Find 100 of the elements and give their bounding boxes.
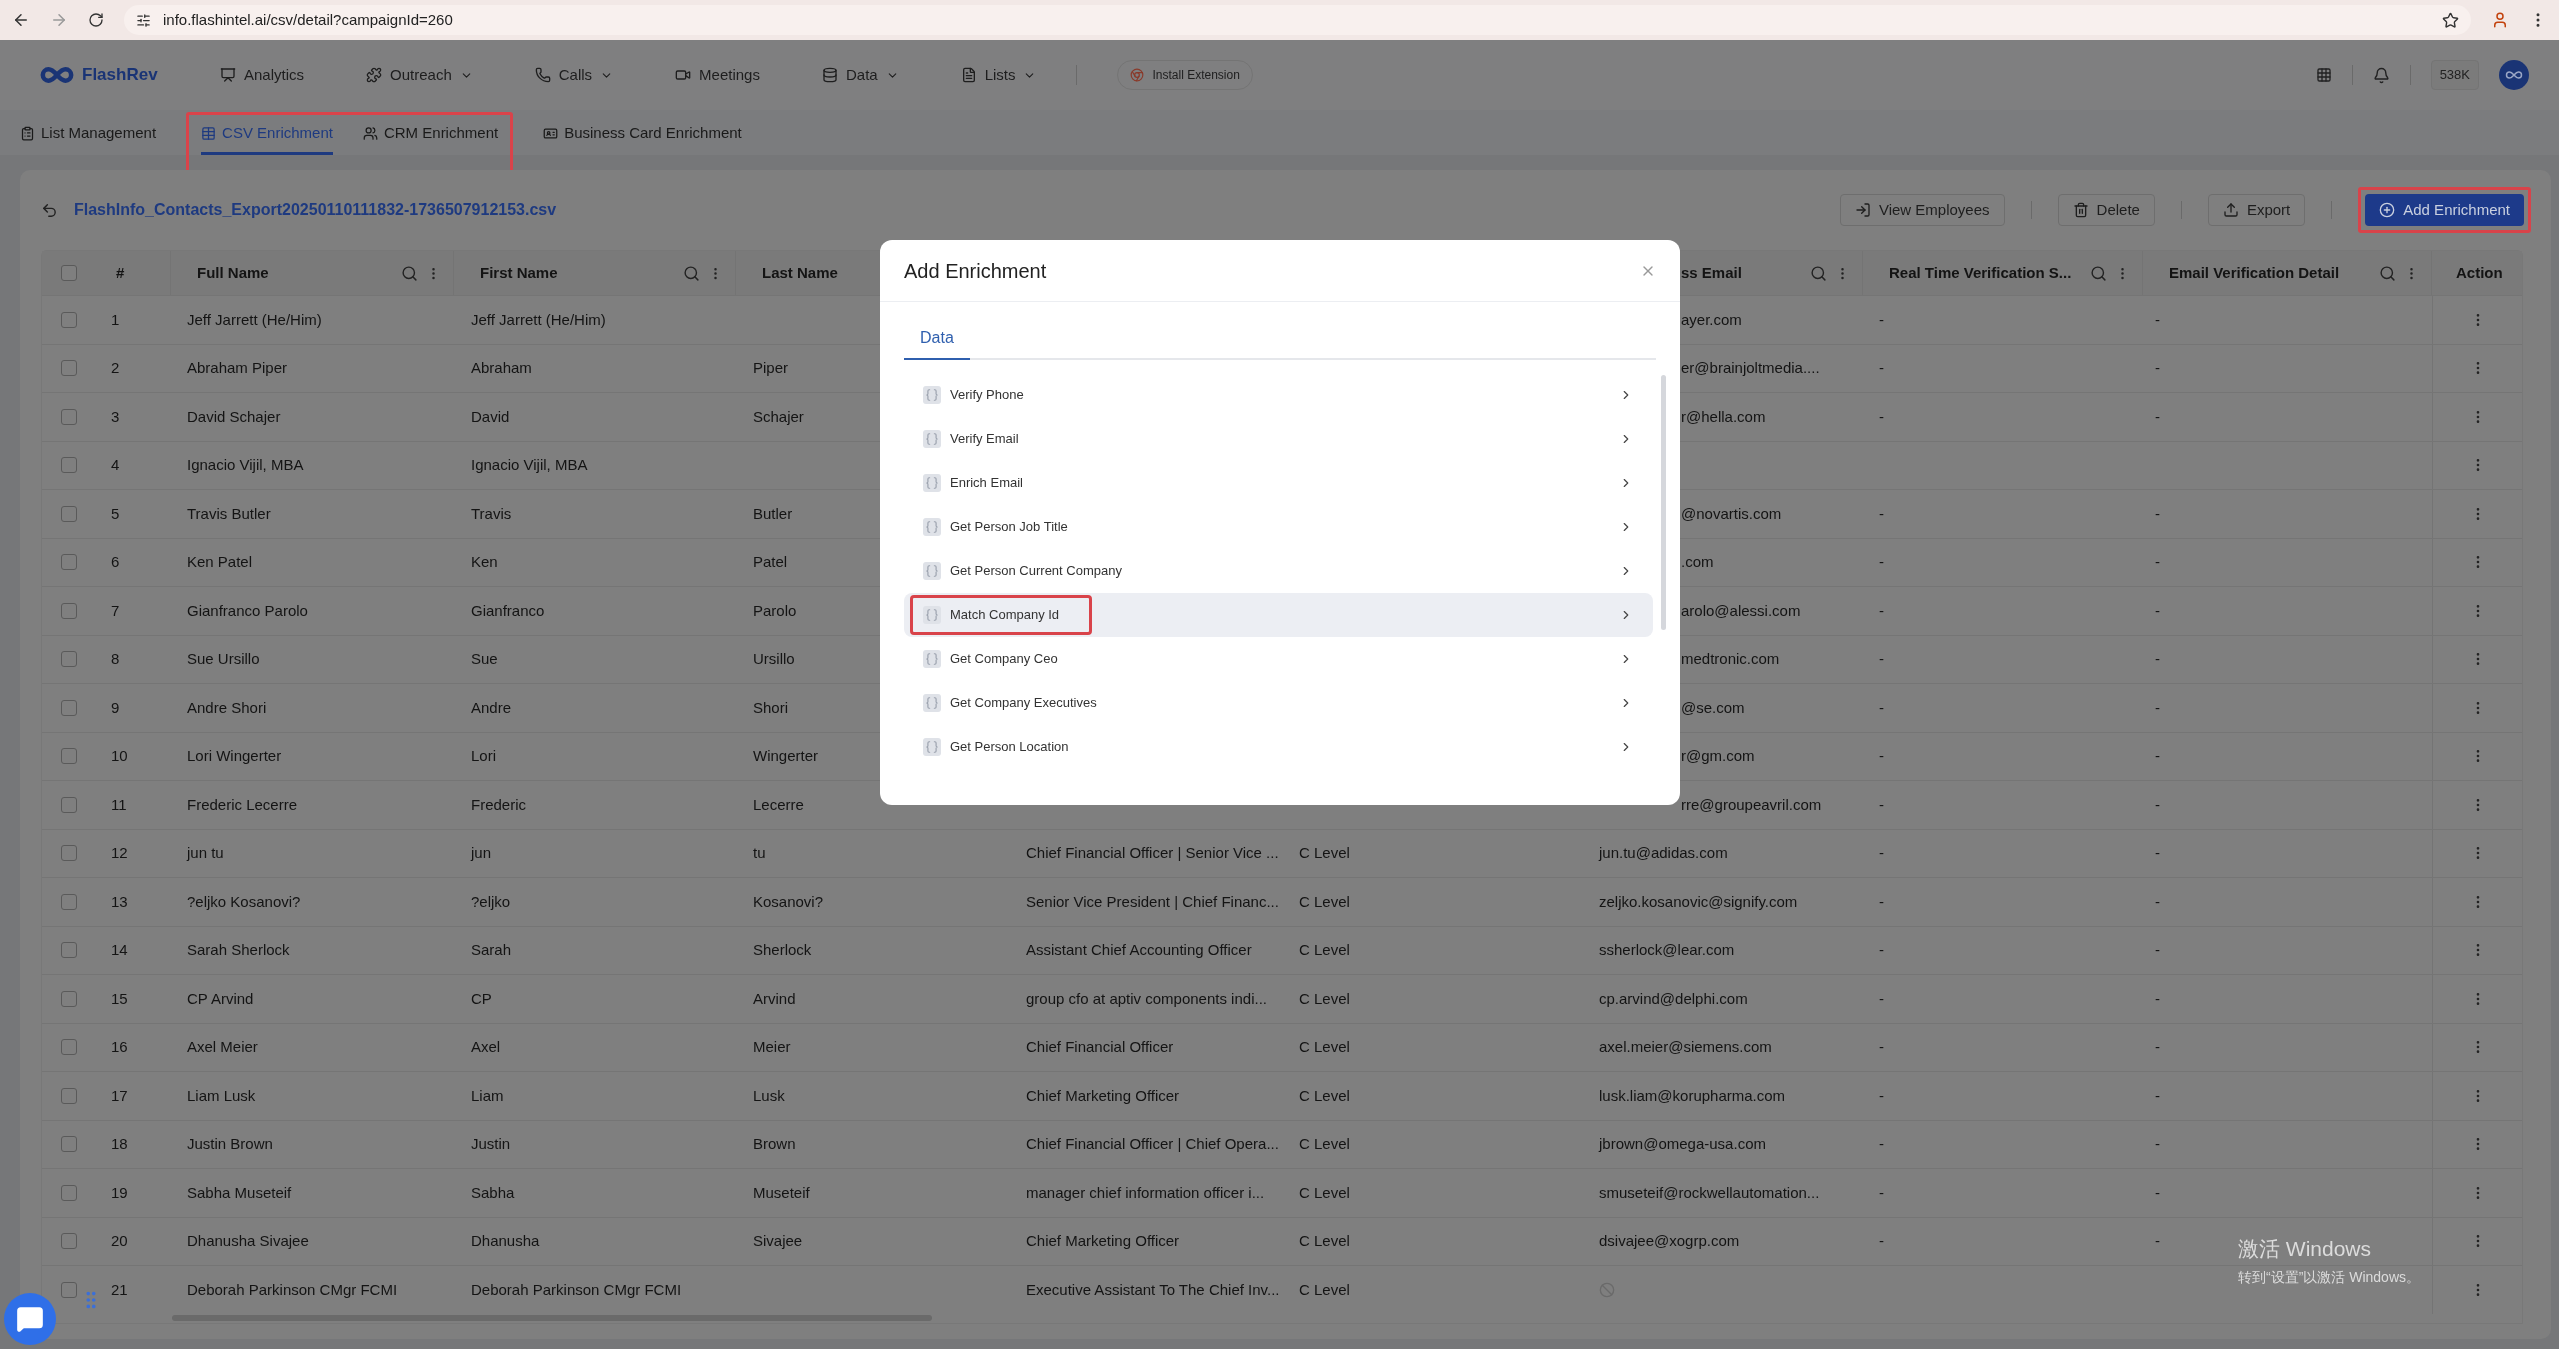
search-icon[interactable]: [1810, 264, 1827, 282]
table-cell: Shori: [753, 698, 789, 716]
forward-icon[interactable]: [50, 11, 68, 29]
table-cell: er@brainjoltmedia....: [1681, 359, 1820, 376]
table-cell: -: [2155, 310, 2160, 328]
toolbar-button[interactable]: View Employees: [1839, 194, 2005, 226]
search-icon[interactable]: [683, 264, 700, 282]
table-cell-text: ?eljko Kosanovi?: [186, 891, 302, 912]
toolbar-button[interactable]: Add Enrichment: [2365, 194, 2524, 226]
table-cell: -: [1879, 650, 1884, 667]
nav-item[interactable]: Analytics: [220, 63, 305, 87]
checkbox[interactable]: [61, 1039, 77, 1056]
table-cell: Ursillo: [753, 650, 795, 667]
checkbox[interactable]: [61, 651, 77, 668]
table-cell: Senior Vice President | Chief Financ...: [1026, 892, 1279, 910]
table-cell: -: [2155, 504, 2160, 522]
chat-icon: [16, 1305, 44, 1333]
checkbox[interactable]: [61, 1281, 77, 1298]
scrollbar[interactable]: [1661, 375, 1666, 630]
profile-icon[interactable]: [2491, 11, 2509, 29]
table-row[interactable]: 19 Sabha Museteif Sabha Museteif manager chief information officer i... C Level smuseteif@rockwellautomation... - -: [42, 1168, 2522, 1217]
checkbox[interactable]: [61, 990, 77, 1007]
table-cell: -: [1879, 504, 1884, 522]
nav-item[interactable]: Data: [821, 63, 899, 87]
checkbox[interactable]: [61, 505, 77, 522]
table-cell: @se.com: [1681, 698, 1745, 716]
table-row[interactable]: 18 Justin Brown Justin Brown Chief Financial Officer | Chief Opera... C Level jbrown@omega-usa.com - -: [42, 1119, 2522, 1168]
checkbox[interactable]: [61, 265, 77, 281]
checkbox[interactable]: [61, 942, 77, 959]
sub-tab[interactable]: CRM Enrichment: [362, 115, 499, 155]
enrichment-option[interactable]: Match Company Id: [904, 593, 1653, 637]
star-icon[interactable]: [2442, 11, 2459, 29]
nav-item[interactable]: Calls: [534, 63, 614, 87]
table-cell: -: [1879, 795, 1884, 813]
table-cell: axel.meier@siemens.com: [1599, 1038, 1772, 1055]
sub-tab[interactable]: Business Card Enrichment: [543, 115, 742, 155]
checkbox[interactable]: [61, 1184, 77, 1201]
table-row[interactable]: 16 Axel Meier Axel Meier Chief Financial Officer C Level axel.meier@siemens.com - -: [42, 1022, 2522, 1071]
checkbox[interactable]: [61, 602, 77, 619]
table-cell-text: Deborah Parkinson CMgr FCMI: [186, 1279, 399, 1300]
back-icon[interactable]: [12, 11, 30, 29]
table-cell-text: Lori: [470, 746, 497, 766]
checkbox[interactable]: [61, 893, 77, 910]
database-icon: [821, 67, 838, 83]
table-cell-text: Dhanusha Sivajee: [186, 1231, 310, 1251]
site-settings-icon[interactable]: [136, 12, 151, 28]
checkbox[interactable]: [61, 748, 77, 765]
checkbox[interactable]: [61, 699, 77, 716]
sub-tab[interactable]: List Management: [20, 115, 157, 155]
nav-item[interactable]: Meetings: [675, 63, 760, 87]
address-bar[interactable]: info.flashintel.ai/csv/detail?campaignId=260: [124, 5, 2471, 35]
avatar[interactable]: [2499, 60, 2529, 90]
table-cell: manager chief information officer i...: [1026, 1183, 1265, 1201]
modal-tab[interactable]: Data: [904, 326, 970, 360]
apps-grid-icon[interactable]: [2315, 67, 2332, 83]
reload-icon[interactable]: [88, 12, 104, 28]
braces-icon: [923, 738, 941, 756]
back-icon[interactable]: [41, 201, 58, 219]
bell-icon[interactable]: [2372, 66, 2390, 84]
checkbox[interactable]: [61, 408, 77, 425]
checkbox[interactable]: [61, 845, 77, 862]
table-cell-text: ?eljko: [470, 891, 512, 912]
table-row[interactable]: 17 Liam Lusk Liam Lusk Chief Marketing Officer C Level lusk.liam@korupharma.com - -: [42, 1071, 2522, 1120]
table-cell: cp.arvind@delphi.com: [1599, 989, 1748, 1007]
braces-icon: [923, 562, 941, 580]
table-cell-text: 15: [110, 988, 129, 1009]
table-cell: Arvind: [753, 989, 796, 1007]
table-row[interactable]: 15 CP Arvind CP Arvind group cfo at aptiv components indi... C Level cp.arvind@delphi.com - -: [42, 974, 2522, 1023]
table-cell: -: [2155, 989, 2160, 1007]
checkbox[interactable]: [61, 1233, 77, 1250]
checkbox[interactable]: [61, 554, 77, 571]
toolbar-button[interactable]: Export: [2207, 194, 2306, 226]
nav-item[interactable]: Lists: [960, 63, 1037, 87]
checkbox[interactable]: [61, 1136, 77, 1153]
checkbox[interactable]: [61, 796, 77, 813]
nav-item[interactable]: Outreach: [366, 63, 473, 87]
table-row[interactable]: 12 jun tu jun tu Chief Financial Officer | Senior Vice ... C Level jun.tu@adidas.com - -: [42, 828, 2522, 877]
table-cell-text: 14: [110, 940, 129, 960]
table-cell-text: Dhanusha: [470, 1231, 541, 1251]
chat-button[interactable]: [4, 1293, 56, 1345]
table-row[interactable]: 13 ?eljko Kosanovi? ?eljko Kosanovi? Senior Vice President | Chief Financ... C Level zeljko.kosanovic@signify.com - -: [42, 877, 2522, 926]
sub-tab[interactable]: CSV Enrichment: [201, 115, 333, 155]
users-icon: [362, 126, 378, 141]
table-cell: -: [2155, 1183, 2160, 1201]
checkbox[interactable]: [61, 457, 77, 474]
puzzle-icon: [366, 67, 383, 83]
search-icon[interactable]: [2379, 264, 2396, 282]
table-cell-text: Sarah Sherlock: [186, 940, 291, 960]
search-icon[interactable]: [2090, 264, 2107, 282]
table-row[interactable]: 14 Sarah Sherlock Sarah Sherlock Assistant Chief Accounting Officer C Level ssherlock@lear.com - -: [42, 925, 2522, 974]
table-cell: Assistant Chief Accounting Officer: [1026, 941, 1252, 958]
checkbox[interactable]: [61, 360, 77, 377]
checkbox[interactable]: [61, 1087, 77, 1104]
table-cell: -: [2155, 844, 2160, 861]
table-cell: C Level: [1299, 1232, 1350, 1249]
search-icon[interactable]: [401, 264, 418, 282]
checkbox[interactable]: [61, 311, 77, 328]
table-cell: -: [1879, 1086, 1884, 1104]
toolbar-button[interactable]: Delete: [2057, 194, 2155, 226]
table-cell: -: [1879, 989, 1884, 1007]
